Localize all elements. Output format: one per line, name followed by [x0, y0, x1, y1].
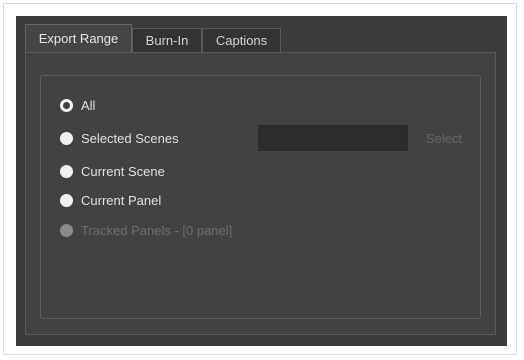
radio-selected-scenes-indicator[interactable]: [60, 131, 73, 145]
radio-all[interactable]: All: [60, 96, 95, 114]
select-button[interactable]: Select: [417, 125, 471, 151]
radio-all-label: All: [81, 97, 96, 113]
radio-tracked-panels: Tracked Panels - [0 panel]: [60, 221, 232, 239]
radio-current-scene[interactable]: Current Scene: [60, 162, 165, 180]
tab-export-range[interactable]: Export Range: [25, 24, 132, 52]
radio-current-panel-label: Current Panel: [81, 192, 162, 208]
radio-selected-scenes-label: Selected Scenes: [81, 130, 179, 146]
export-dialog: Export Range Burn-In Captions All Select…: [16, 16, 507, 346]
tab-burn-in[interactable]: Burn-In: [132, 28, 202, 52]
radio-tracked-panels-label: Tracked Panels - [0 panel]: [81, 222, 233, 238]
radio-all-indicator[interactable]: [60, 98, 73, 112]
radio-current-scene-label: Current Scene: [81, 163, 165, 179]
selected-scenes-field[interactable]: [258, 125, 408, 151]
radio-current-panel-indicator[interactable]: [60, 193, 73, 207]
export-range-panel: All Selected Scenes Select Current Scene…: [25, 52, 496, 335]
tab-captions[interactable]: Captions: [202, 28, 281, 52]
radio-tracked-panels-indicator: [60, 223, 73, 237]
tab-export-range-label: Export Range: [38, 31, 119, 46]
export-range-group: All Selected Scenes Select Current Scene…: [40, 75, 481, 319]
tab-burn-in-label: Burn-In: [145, 33, 189, 48]
radio-current-scene-indicator[interactable]: [60, 164, 73, 178]
select-button-label: Select: [425, 130, 463, 146]
radio-selected-scenes[interactable]: Selected Scenes: [60, 129, 179, 147]
tab-captions-label: Captions: [215, 33, 268, 48]
radio-current-panel[interactable]: Current Panel: [60, 191, 161, 209]
